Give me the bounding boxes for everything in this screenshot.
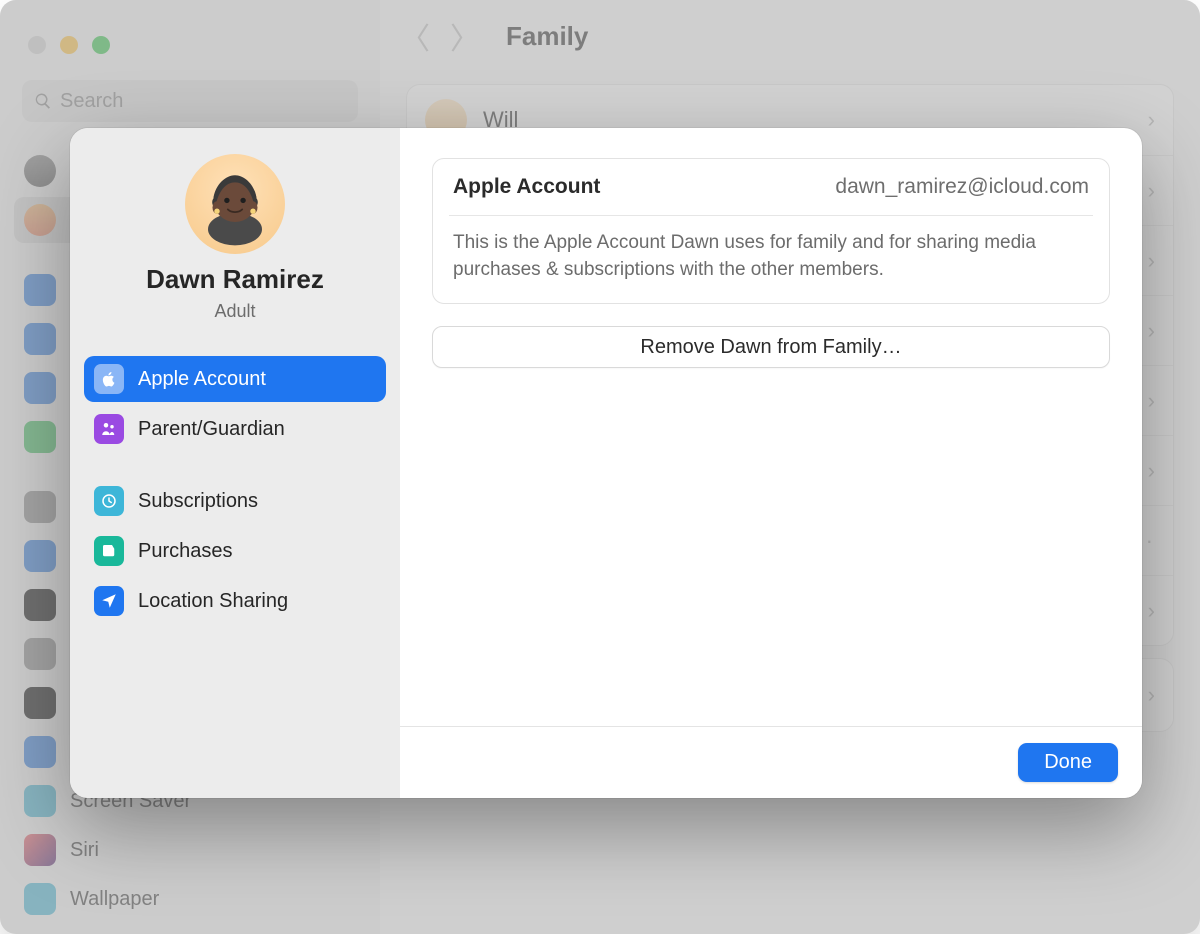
modal-content: Apple Account dawn_ramirez@icloud.com Th… — [400, 128, 1142, 798]
parent-icon — [94, 414, 124, 444]
apple-icon — [94, 364, 124, 394]
family-member-modal: Dawn Ramirez Adult Apple Account Parent/… — [70, 128, 1142, 798]
person-role: Adult — [214, 301, 255, 322]
purchases-icon — [94, 536, 124, 566]
remove-from-family-button[interactable]: Remove Dawn from Family… — [432, 326, 1110, 368]
button-label: Done — [1044, 751, 1092, 773]
modal-sidebar: Dawn Ramirez Adult Apple Account Parent/… — [70, 128, 400, 798]
avatar — [185, 154, 285, 254]
tab-label: Subscriptions — [138, 490, 258, 513]
location-icon — [94, 586, 124, 616]
tab-label: Apple Account — [138, 368, 266, 391]
done-button[interactable]: Done — [1018, 743, 1118, 782]
tab-apple-account[interactable]: Apple Account — [84, 356, 386, 402]
tab-purchases[interactable]: Purchases — [84, 528, 386, 574]
tab-location-sharing[interactable]: Location Sharing — [84, 578, 386, 624]
account-description: This is the Apple Account Dawn uses for … — [433, 216, 1109, 303]
button-label: Remove Dawn from Family… — [640, 336, 901, 359]
account-label: Apple Account — [453, 175, 600, 199]
tab-parent-guardian[interactable]: Parent/Guardian — [84, 406, 386, 452]
modal-footer: Done — [400, 726, 1142, 798]
tab-subscriptions[interactable]: Subscriptions — [84, 478, 386, 524]
tab-label: Purchases — [138, 540, 233, 563]
tab-label: Location Sharing — [138, 590, 288, 613]
subscriptions-icon — [94, 486, 124, 516]
apple-account-card: Apple Account dawn_ramirez@icloud.com Th… — [432, 158, 1110, 304]
person-name: Dawn Ramirez — [146, 264, 324, 295]
tab-label: Parent/Guardian — [138, 418, 285, 441]
account-email: dawn_ramirez@icloud.com — [835, 175, 1089, 199]
